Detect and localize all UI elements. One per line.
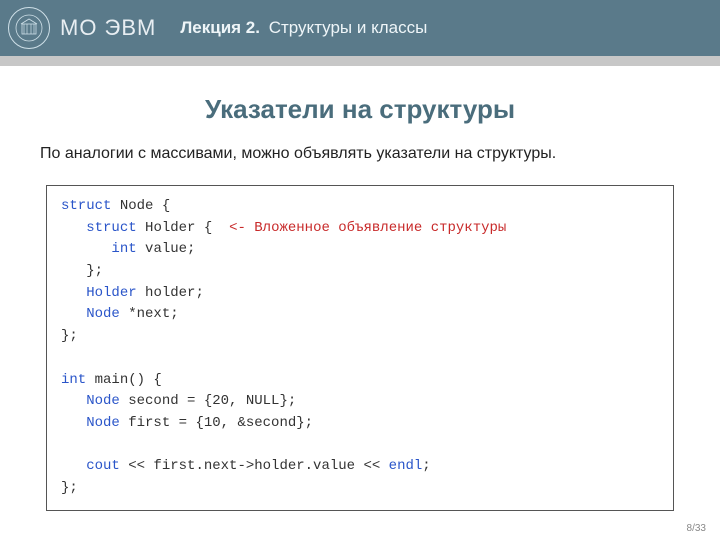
code-kw: endl [389,458,423,474]
code-text: main() { [86,372,162,388]
code-kw: struct [86,220,136,236]
slide-title: Указатели на структуры [40,94,680,125]
slide-header: МО ЭВМ Лекция 2. Структуры и классы [0,0,720,56]
lecture-label: Лекция 2. Структуры и классы [180,18,427,38]
code-kw: Node [86,306,120,322]
code-block: struct Node { struct Holder { <- Вложенн… [46,185,674,511]
code-text: holder; [137,285,204,301]
lecture-number: Лекция 2. [180,18,260,37]
code-kw: int [61,372,86,388]
brand-text: МО ЭВМ [60,15,156,41]
code-kw: Node [86,415,120,431]
code-text: Node { [111,198,170,214]
page-number: 8/33 [687,523,706,534]
code-text: *next; [120,306,179,322]
code-text: second = {20, NULL}; [120,393,296,409]
lecture-title: Структуры и классы [269,18,428,37]
code-text: value; [137,241,196,257]
slide-body-text: По аналогии с массивами, можно объявлять… [40,145,680,163]
slide-content: Указатели на структуры По аналогии с мас… [0,66,720,511]
code-kw: struct [61,198,111,214]
code-text: }; [61,328,78,344]
code-text: }; [61,263,103,279]
code-kw: int [111,241,136,257]
code-text: ; [422,458,430,474]
header-divider [0,56,720,66]
emblem-icon [14,13,44,43]
code-text: }; [61,480,78,496]
logo-emblem [8,7,50,49]
code-kw: Holder [86,285,136,301]
code-kw: cout [86,458,120,474]
code-text: Holder { [137,220,229,236]
code-kw: Node [86,393,120,409]
code-text: << first.next->holder.value << [120,458,389,474]
code-text: first = {10, &second}; [120,415,313,431]
code-comment: <- Вложенное объявление структуры [229,220,506,236]
